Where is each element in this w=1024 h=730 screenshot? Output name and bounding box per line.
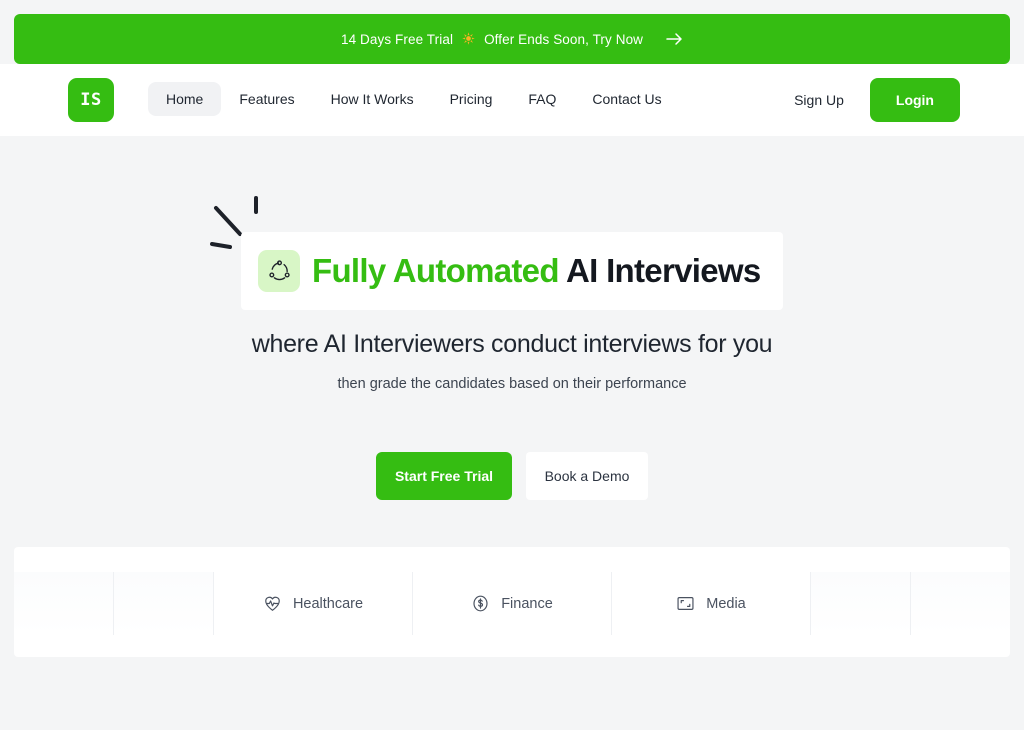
industry-cell-empty [911, 572, 1010, 635]
nav-link-faq[interactable]: FAQ [510, 82, 574, 116]
headline-card: Fully Automated AI Interviews [241, 232, 783, 310]
industries-strip: Healthcare Finance Media [14, 547, 1010, 657]
promo-text-after: Offer Ends Soon, Try Now [484, 31, 644, 47]
nav-link-pricing[interactable]: Pricing [432, 82, 511, 116]
industry-item-finance[interactable]: Finance [413, 572, 612, 635]
nav-link-contact-us[interactable]: Contact Us [574, 82, 679, 116]
nav-link-features[interactable]: Features [221, 82, 312, 116]
nav-link-home[interactable]: Home [148, 82, 222, 116]
promo-banner[interactable]: 14 Days Free Trial Offer Ends Soon, Try … [14, 14, 1010, 64]
nav-links: Home Features How It Works Pricing FAQ C… [148, 82, 680, 116]
login-button[interactable]: Login [869, 78, 960, 122]
sign-up-link[interactable]: Sign Up [768, 92, 870, 108]
dollar-circle-icon [471, 594, 490, 613]
media-frame-icon [676, 594, 695, 613]
sparkle-star-icon [462, 31, 475, 47]
arrow-right-icon[interactable] [666, 32, 683, 46]
industries-track: Healthcare Finance Media [14, 572, 1010, 635]
cta-row: Start Free Trial Book a Demo [0, 452, 1024, 500]
hero-subheadline: where AI Interviewers conduct interviews… [251, 330, 773, 358]
heart-pulse-icon [263, 594, 282, 613]
page-title: Fully Automated AI Interviews [312, 252, 761, 290]
industry-label: Healthcare [292, 595, 364, 612]
industry-label: Finance [501, 595, 553, 612]
book-a-demo-button[interactable]: Book a Demo [526, 452, 648, 500]
hero-subheadline-secondary: then grade the candidates based on their… [337, 376, 687, 392]
promo-text-before: 14 Days Free Trial [340, 31, 454, 47]
nav-actions: Sign Up Login [768, 78, 960, 122]
industry-cell-empty [811, 572, 911, 635]
headline-accent: Fully Automated [312, 252, 559, 289]
industry-cell-empty [14, 572, 114, 635]
industry-item-media[interactable]: Media [612, 572, 811, 635]
industry-cell-empty [114, 572, 214, 635]
industry-item-healthcare[interactable]: Healthcare [214, 572, 413, 635]
network-nodes-icon [258, 250, 300, 292]
headline-rest: AI Interviews [558, 252, 761, 289]
logo-mark[interactable]: IS [68, 78, 114, 122]
nav-link-how-it-works[interactable]: How It Works [313, 82, 432, 116]
landing-page: 14 Days Free Trial Offer Ends Soon, Try … [0, 0, 1024, 730]
start-free-trial-button[interactable]: Start Free Trial [376, 452, 512, 500]
industry-label: Media [706, 595, 746, 612]
